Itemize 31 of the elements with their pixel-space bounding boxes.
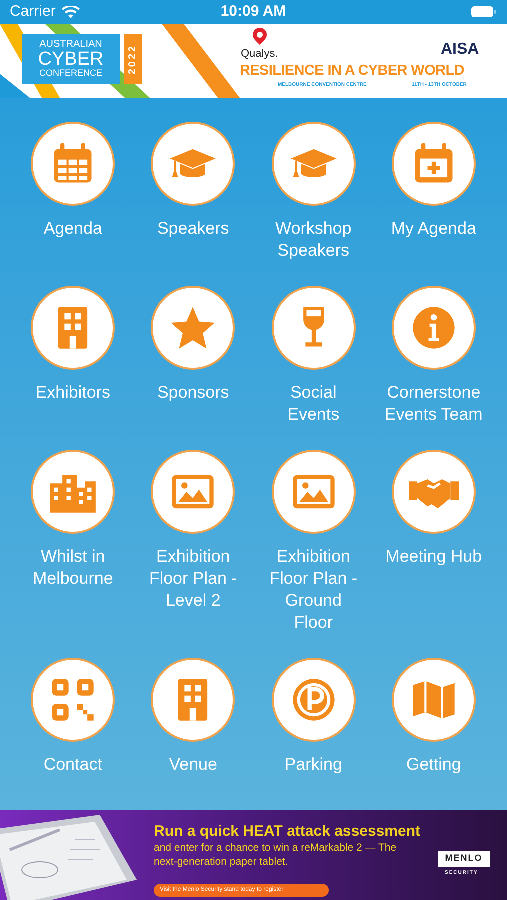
menu-label[interactable]: Getting	[384, 754, 484, 776]
advert-headline: Run a quick HEAT attack assessment	[154, 822, 420, 842]
battery-icon	[471, 6, 497, 18]
menu-label[interactable]: Venue	[143, 754, 244, 776]
menu-label[interactable]: Cornerstone Events Team	[384, 382, 484, 426]
advert-text: and enter for a chance to win a reMarkable 2 — The next-generation paper tablet.	[154, 841, 398, 869]
logo-text: AUSTRALIAN	[40, 40, 102, 50]
menu-label[interactable]: Meeting Hub	[384, 546, 484, 568]
banner-headline: RESILIENCE IN A CYBER WORLD	[240, 64, 464, 79]
menu-label[interactable]: My Agenda	[384, 218, 484, 240]
partner-logo-text: AISA	[441, 40, 480, 60]
menu-label[interactable]: Workshop Speakers	[264, 218, 364, 262]
menu-label[interactable]: Social Events	[264, 382, 364, 426]
menu-label[interactable]: Exhibitors	[23, 382, 124, 404]
menu-label[interactable]: Parking	[264, 754, 364, 776]
menu-label[interactable]: Contact	[23, 754, 124, 776]
menu-label[interactable]: Exhibition Floor Plan - Level 2	[143, 546, 244, 612]
carrier-label: Carrier	[10, 2, 56, 22]
wifi-icon	[62, 6, 80, 18]
clock: 10:09 AM	[220, 2, 286, 22]
sponsor-logo-text: Qualys.	[241, 47, 278, 62]
year-text: 2022	[126, 44, 140, 74]
menu-label[interactable]: Speakers	[143, 218, 244, 240]
menu-label[interactable]: Exhibition Floor Plan - Ground Floor	[264, 546, 364, 634]
pin-logo-icon	[253, 28, 267, 45]
menu-label[interactable]: Agenda	[23, 218, 124, 240]
menu-label[interactable]: Whilst in Melbourne	[23, 546, 124, 590]
logo-text: CONFERENCE	[39, 69, 102, 78]
brand-text: MENLO	[445, 852, 483, 866]
logo-text: CYBER	[38, 50, 104, 69]
menu-label[interactable]: Sponsors	[143, 382, 244, 404]
